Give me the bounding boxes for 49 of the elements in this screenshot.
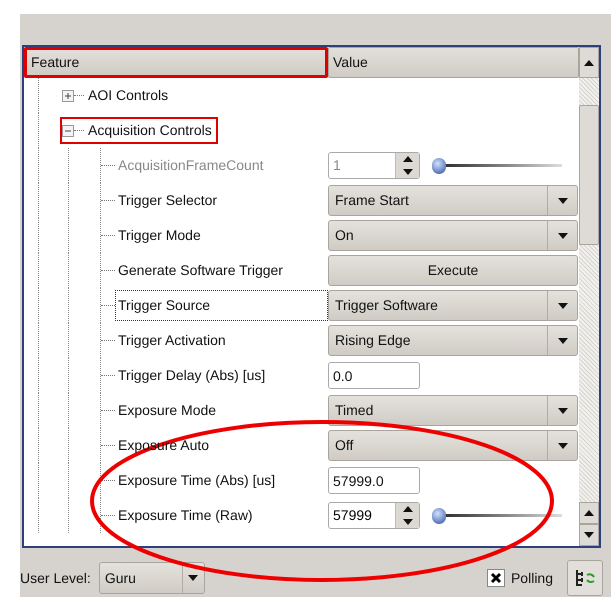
feature-label[interactable]: Exposure Time (Raw) [115,500,328,531]
down-arrow-icon [558,442,568,448]
dropdown[interactable]: Frame Start [328,185,578,216]
down-arrow-icon [402,168,412,175]
up-arrow-icon [584,510,594,516]
down-arrow-icon [584,532,594,538]
slider-track[interactable] [432,158,562,174]
scrollbar[interactable] [579,47,599,546]
text-field[interactable]: 0.0 [328,362,420,389]
feature-label[interactable]: Trigger Source [115,290,328,321]
down-arrow-icon [558,232,568,238]
collapse-icon[interactable] [62,124,74,136]
down-arrow-icon [402,518,412,525]
feature-label[interactable]: Generate Software Trigger [115,255,328,286]
down-arrow-icon [188,575,198,581]
tree-category[interactable]: AOI Controls [88,85,168,106]
slider-thumb[interactable] [432,508,446,524]
column-header[interactable]: Value [328,47,579,78]
dropdown[interactable]: Off [328,430,578,461]
column-header[interactable]: Feature [24,47,328,78]
dropdown[interactable]: Timed [328,395,578,426]
expand-icon[interactable] [62,90,74,102]
slider-track[interactable] [432,508,562,524]
feature-label[interactable]: Trigger Delay (Abs) [us] [115,360,328,391]
tree-refresh-button[interactable] [567,560,603,596]
spin-box[interactable]: 57999 [328,502,420,529]
text-field[interactable]: 57999.0 [328,467,420,494]
feature-label[interactable]: Exposure Time (Abs) [us] [115,465,328,496]
up-arrow-icon [402,506,412,512]
polling-checkbox[interactable] [486,569,505,587]
polling-label: Polling [510,568,553,588]
feature-label[interactable]: Trigger Activation [115,325,328,356]
down-arrow-icon [558,302,568,308]
down-arrow-icon [558,338,568,344]
tree-refresh-icon [574,567,596,589]
user-level-label: User Level: [20,568,91,588]
user-level-dropdown[interactable]: Guru [98,562,205,594]
up-arrow-icon [584,60,594,66]
dropdown[interactable]: Rising Edge [328,325,578,356]
feature-label[interactable]: Trigger Selector [115,185,328,216]
feature-label[interactable]: Trigger Mode [115,220,328,251]
up-arrow-icon [402,156,412,162]
down-arrow-icon [558,408,568,414]
cross-mark-icon [490,572,502,584]
feature-label[interactable]: Exposure Mode [115,395,328,426]
dropdown[interactable]: On [328,220,578,251]
down-arrow-icon [558,198,568,204]
execute-button[interactable]: Execute [328,255,578,286]
dropdown[interactable]: Trigger Software [328,290,578,321]
